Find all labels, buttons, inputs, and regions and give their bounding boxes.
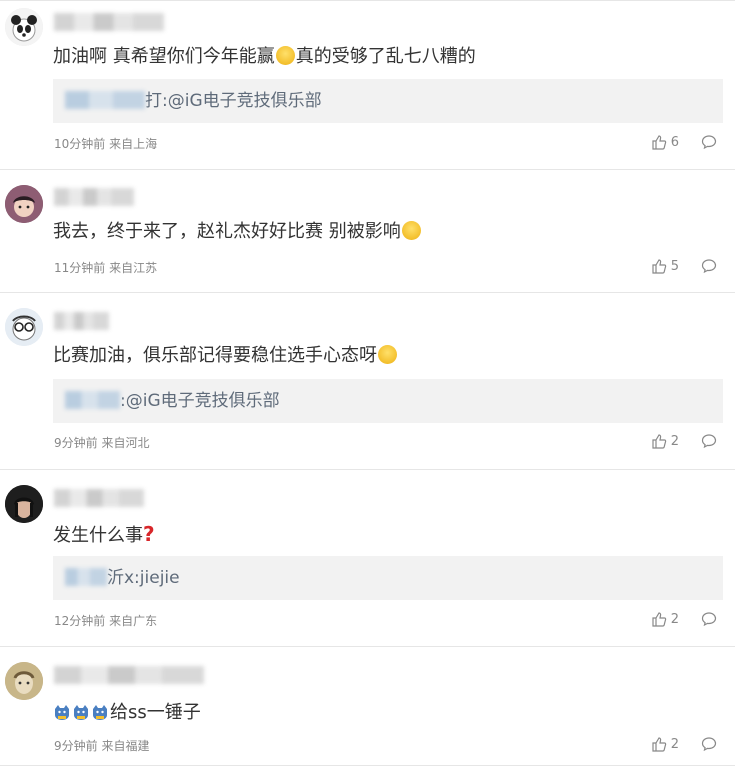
comment-actions: 2 [651, 611, 717, 627]
comment-text-part: 我去，终于来了，赵礼杰好好比赛 别被影响 [53, 221, 401, 242]
username[interactable] [54, 188, 134, 206]
username[interactable] [54, 13, 164, 31]
username[interactable] [54, 312, 109, 330]
question-mark-emoji-icon: ? [143, 522, 155, 546]
quoted-username [65, 391, 120, 409]
like-count: 5 [670, 258, 679, 274]
comment-actions: 5 [651, 258, 717, 274]
comment-meta: 11分钟前 来自江苏 [54, 261, 158, 275]
reply-quote[interactable]: 打:@iG电子竞技俱乐部 [53, 79, 723, 123]
reply-quote[interactable]: 沂x:jiejie [53, 556, 723, 600]
reply-quote-text: :@iG电子竞技俱乐部 [120, 391, 280, 411]
comment-bubble-icon[interactable] [701, 258, 717, 274]
comment-bubble-icon[interactable] [701, 736, 717, 752]
comment-text-part: 给ss一锤子 [110, 702, 201, 723]
comment-text-part: 加油啊 真希望你们今年能赢 [53, 46, 275, 67]
comment-actions: 2 [651, 433, 717, 449]
reply-quote-text: 沂x:jiejie [107, 568, 180, 588]
avatar[interactable] [5, 308, 43, 346]
avatar[interactable] [5, 485, 43, 523]
cat-emoji-icon [93, 705, 107, 720]
comment-actions: 6 [651, 134, 717, 150]
comment-text: 我去，终于来了，赵礼杰好好比赛 别被影响 [53, 220, 422, 244]
crying-face-emoji-icon [275, 46, 295, 65]
thumbs-up-icon[interactable] [651, 134, 667, 150]
quoted-username [65, 568, 107, 586]
like-count: 6 [670, 134, 679, 150]
comment-text-part: 真的受够了乱七八糟的 [295, 46, 476, 67]
comment-actions: 2 [651, 736, 717, 752]
reply-quote-text: 打:@iG电子竞技俱乐部 [145, 91, 322, 111]
comment-text: 发生什么事? [53, 522, 155, 548]
comment-text: 比赛加油，俱乐部记得要稳住选手心态呀 [53, 344, 398, 368]
comment-item: 给ss一锤子 9分钟前 来自福建 2 [0, 647, 735, 766]
like-count: 2 [670, 611, 679, 627]
reply-quote[interactable]: :@iG电子竞技俱乐部 [53, 379, 723, 423]
smile-emoji-icon [378, 345, 397, 364]
thumbs-up-icon[interactable] [651, 611, 667, 627]
cat-emoji-icon [55, 705, 69, 720]
cat-emoji-icon [74, 705, 88, 720]
comment-text-part: 比赛加油，俱乐部记得要稳住选手心态呀 [53, 345, 377, 366]
comment-item: 我去，终于来了，赵礼杰好好比赛 别被影响 11分钟前 来自江苏 5 [0, 170, 735, 293]
thumbs-up-icon[interactable] [651, 433, 667, 449]
username[interactable] [54, 666, 204, 684]
comment-meta: 12分钟前 来自广东 [54, 614, 158, 628]
thumbs-up-icon[interactable] [651, 736, 667, 752]
comment-bubble-icon[interactable] [701, 611, 717, 627]
avatar[interactable] [5, 662, 43, 700]
like-count: 2 [670, 433, 679, 449]
avatar[interactable] [5, 8, 43, 46]
comment-meta: 9分钟前 来自河北 [54, 436, 150, 450]
comment-bubble-icon[interactable] [701, 433, 717, 449]
avatar[interactable] [5, 185, 43, 223]
comment-meta: 10分钟前 来自上海 [54, 137, 158, 151]
username[interactable] [54, 489, 144, 507]
comment-bubble-icon[interactable] [701, 134, 717, 150]
like-count: 2 [670, 736, 679, 752]
comment-text-part: 发生什么事 [53, 525, 143, 546]
quoted-username [65, 91, 145, 109]
comment-item: 发生什么事? 沂x:jiejie 12分钟前 来自广东 2 [0, 470, 735, 647]
thumbs-up-icon[interactable] [651, 258, 667, 274]
comment-meta: 9分钟前 来自福建 [54, 739, 150, 753]
comment-item: 比赛加油，俱乐部记得要稳住选手心态呀 :@iG电子竞技俱乐部 9分钟前 来自河北… [0, 293, 735, 470]
comment-text: 加油啊 真希望你们今年能赢 真的受够了乱七八糟的 [53, 45, 476, 69]
comment-item: 加油啊 真希望你们今年能赢 真的受够了乱七八糟的 打:@iG电子竞技俱乐部 10分… [0, 1, 735, 170]
crying-face-emoji-icon [401, 221, 421, 240]
comment-text: 给ss一锤子 [53, 701, 201, 725]
